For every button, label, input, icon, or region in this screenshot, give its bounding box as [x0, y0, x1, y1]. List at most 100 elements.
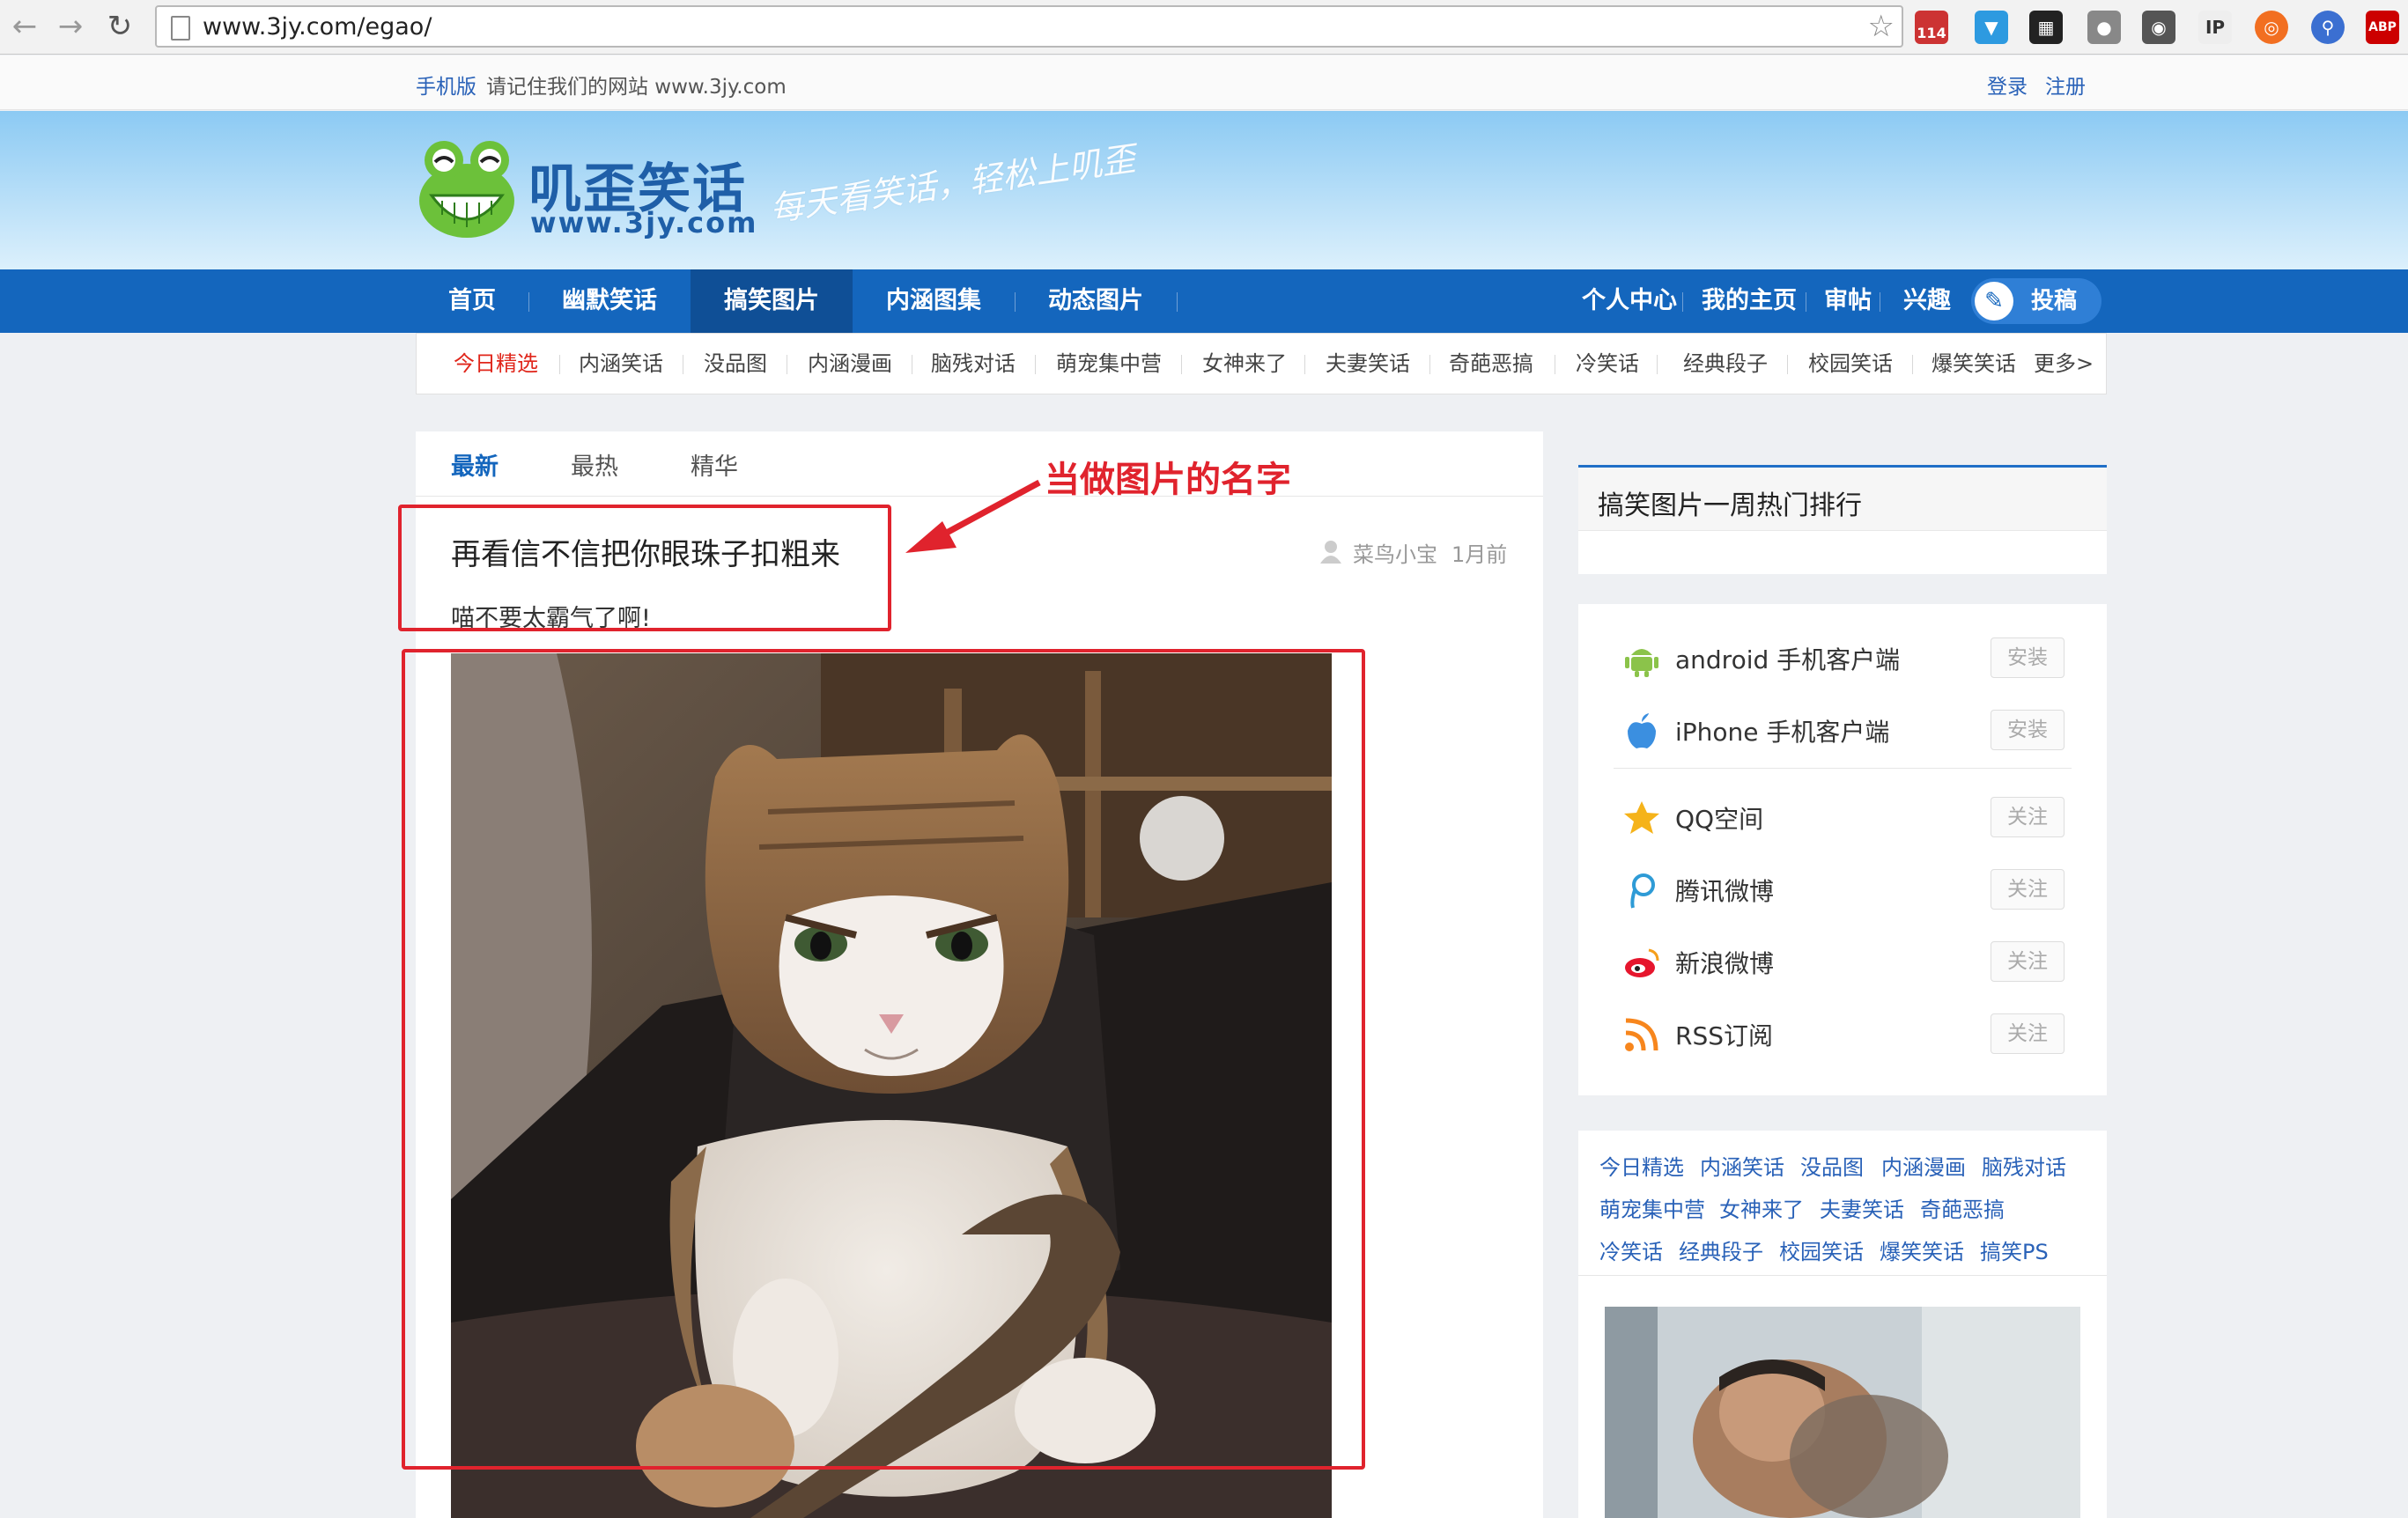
follow-row-qzone: QQ空间 关注 [1578, 783, 2107, 855]
weekly-rank-title: 搞笑图片一周热门排行 [1598, 490, 1862, 521]
category-link[interactable]: 今日精选 [1599, 1150, 1684, 1181]
register-link[interactable]: 注册 [2045, 70, 2086, 99]
subnav-item[interactable]: 奇葩恶搞 [1449, 334, 1533, 394]
nav-funny-pictures[interactable]: 搞笑图片 [691, 269, 853, 333]
subnav-item[interactable]: 脑残对话 [931, 334, 1016, 394]
page-icon [171, 16, 190, 41]
forward-arrow-icon[interactable]: → [53, 9, 88, 44]
extension-search-icon[interactable]: ⚲ [2311, 11, 2345, 44]
subnav-item[interactable]: 冷笑话 [1576, 334, 1639, 394]
extension-orange-icon[interactable]: ◎ [2255, 11, 2288, 44]
follow-button[interactable]: 关注 [1991, 797, 2065, 837]
nav-animated-pictures[interactable]: 动态图片 [1015, 269, 1177, 333]
apple-icon [1628, 713, 1656, 748]
follow-button[interactable]: 关注 [1991, 869, 2065, 910]
annotation-arrow-icon [905, 479, 1041, 553]
category-link[interactable]: 内涵漫画 [1881, 1150, 1966, 1181]
nav-humor-jokes[interactable]: 幽默笑话 [528, 269, 691, 333]
back-arrow-icon[interactable]: ← [7, 9, 42, 44]
extension-114-icon[interactable]: 114 [1915, 11, 1948, 44]
follow-button[interactable]: 关注 [1991, 1013, 2065, 1054]
subnav-item[interactable]: 校园笑话 [1808, 334, 1893, 394]
image-highlight-box [402, 649, 1365, 1470]
subnav-more-link[interactable]: 更多> [2034, 334, 2094, 394]
follow-label[interactable]: 新浪微博 [1675, 945, 1774, 980]
category-link[interactable]: 搞笑PS [1980, 1234, 2049, 1265]
tab-hottest[interactable]: 最热 [571, 447, 618, 482]
rss-icon [1625, 1018, 1658, 1051]
subnav-separator [1035, 355, 1036, 374]
url-text[interactable]: www.3jy.com/egao/ [203, 13, 432, 41]
category-link[interactable]: 冷笑话 [1599, 1234, 1663, 1265]
top-info-bar: 手机版 请记住我们的网站 www.3jy.com 登录 注册 [0, 55, 2408, 110]
subnav-item[interactable]: 内涵笑话 [579, 334, 663, 394]
bookmark-star-icon[interactable]: ☆ [1868, 9, 1895, 44]
sidebar-thumbnail[interactable] [1605, 1307, 2080, 1518]
subnav-item[interactable]: 没品图 [704, 334, 767, 394]
follow-label[interactable]: 腾讯微博 [1675, 873, 1774, 908]
app-label[interactable]: android 手机客户端 [1675, 641, 1900, 676]
follow-label[interactable]: RSS订阅 [1675, 1017, 1773, 1052]
login-link[interactable]: 登录 [1987, 70, 2028, 99]
address-bar[interactable]: www.3jy.com/egao/ ☆ [155, 5, 1903, 48]
nav-home[interactable]: 首页 [416, 269, 528, 333]
install-button[interactable]: 安装 [1991, 710, 2065, 750]
category-link[interactable]: 奇葩恶搞 [1920, 1192, 2005, 1223]
divider [1614, 768, 2072, 769]
mobile-version-link[interactable]: 手机版 [416, 70, 476, 99]
nav-personal-center[interactable]: 个人中心 [1577, 269, 1682, 333]
subnav-item[interactable]: 萌宠集中营 [1056, 334, 1162, 394]
nav-my-homepage[interactable]: 我的主页 [1695, 269, 1804, 333]
subnav-separator [1657, 355, 1658, 374]
category-link[interactable]: 萌宠集中营 [1599, 1192, 1705, 1223]
follow-label[interactable]: QQ空间 [1675, 800, 1763, 836]
user-icon [1320, 541, 1341, 564]
app-row-iphone: iPhone 手机客户端 安装 [1578, 696, 2107, 768]
tab-featured[interactable]: 精华 [691, 447, 738, 482]
subnav-item[interactable]: 爆笑笑话 [1932, 334, 2016, 394]
follow-row-rss: RSS订阅 关注 [1578, 999, 2107, 1072]
post-time: 1月前 [1451, 542, 1508, 567]
extension-gray-icon[interactable]: ● [2087, 11, 2121, 44]
nav-interests[interactable]: 兴趣 [1892, 269, 1962, 333]
category-links-panel: 今日精选 内涵笑话 没品图 内涵漫画 脑残对话 萌宠集中营 女神来了 夫妻笑话 … [1578, 1131, 2107, 1518]
author-name[interactable]: 菜鸟小宝 [1353, 537, 1437, 568]
follow-button[interactable]: 关注 [1991, 941, 2065, 982]
category-link[interactable]: 内涵笑话 [1700, 1150, 1784, 1181]
weekly-rank-panel: 搞笑图片一周热门排行 [1578, 465, 2107, 574]
app-label[interactable]: iPhone 手机客户端 [1675, 713, 1889, 748]
evernote-icon[interactable]: ◉ [2142, 11, 2175, 44]
subnav-item[interactable]: 内涵漫画 [808, 334, 892, 394]
category-link[interactable]: 脑残对话 [1982, 1150, 2066, 1181]
category-link[interactable]: 校园笑话 [1779, 1234, 1864, 1265]
annotation-label: 当做图片的名字 [1045, 460, 1292, 501]
remember-text: 请记住我们的网站 www.3jy.com [486, 76, 787, 99]
subnav-item[interactable]: 今日精选 [454, 334, 538, 394]
frog-logo-icon[interactable] [416, 137, 518, 241]
subnav-item[interactable]: 女神来了 [1202, 334, 1287, 394]
subnav-item[interactable]: 夫妻笑话 [1326, 334, 1410, 394]
ip-icon[interactable]: IP [2198, 11, 2232, 44]
category-link[interactable]: 夫妻笑话 [1820, 1192, 1904, 1223]
submit-post-label: 投稿 [2031, 288, 2078, 314]
submit-post-button[interactable]: ✎ 投稿 [1971, 278, 2101, 324]
extension-shield-icon[interactable]: ▼ [1975, 11, 2008, 44]
adblock-icon[interactable]: ABP [2366, 11, 2399, 44]
subnav-item[interactable]: 经典段子 [1683, 334, 1768, 394]
nav-separator [1682, 292, 1683, 312]
qr-code-icon[interactable]: ▦ [2029, 11, 2063, 44]
logo-url[interactable]: www.3jy.com [530, 206, 757, 239]
install-button[interactable]: 安装 [1991, 637, 2065, 678]
pencil-icon: ✎ [1975, 282, 2013, 321]
tab-latest[interactable]: 最新 [451, 447, 499, 482]
category-link[interactable]: 女神来了 [1719, 1192, 1804, 1223]
category-link[interactable]: 没品图 [1800, 1150, 1864, 1181]
nav-review-posts[interactable]: 审帖 [1818, 269, 1878, 333]
nav-hidden-gallery[interactable]: 内涵图集 [853, 269, 1015, 333]
reload-icon[interactable]: ↻ [102, 9, 137, 44]
category-link[interactable]: 爆笑笑话 [1880, 1234, 1964, 1265]
subnav-separator [1304, 355, 1305, 374]
apps-follow-panel: android 手机客户端 安装 iPhone 手机客户端 安装 QQ空间 关注… [1578, 604, 2107, 1095]
category-link[interactable]: 经典段子 [1679, 1234, 1763, 1265]
logo-slogan: 每天看笑话，轻松上叽歪 [767, 139, 1138, 229]
